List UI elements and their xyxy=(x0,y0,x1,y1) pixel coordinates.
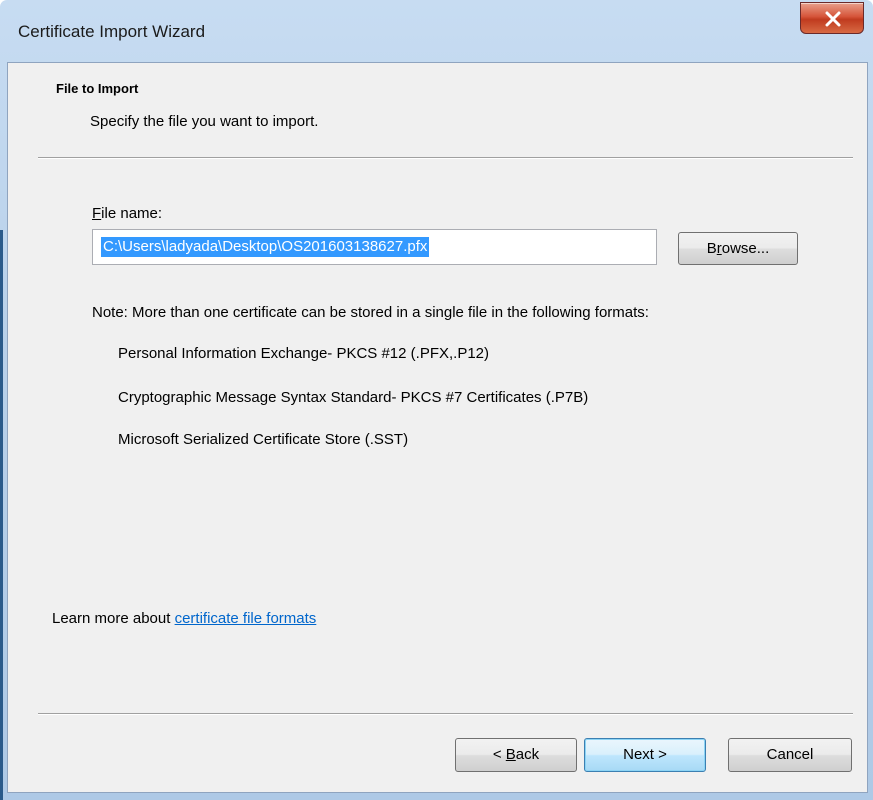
wizard-header: File to Import Specify the file you want… xyxy=(8,63,867,157)
browse-label-post: owse... xyxy=(721,240,770,257)
file-name-value: C:\Users\ladyada\Desktop\OS201603138627.… xyxy=(101,237,430,257)
back-label-post: ack xyxy=(515,746,540,763)
title-bar[interactable]: Certificate Import Wizard xyxy=(0,0,873,62)
footer-separator xyxy=(38,713,853,715)
wizard-content: File to Import Specify the file you want… xyxy=(7,62,868,793)
file-name-input[interactable]: C:\Users\ladyada\Desktop\OS201603138627.… xyxy=(92,229,657,265)
back-button[interactable]: < Back xyxy=(455,738,577,772)
page-subtitle: Specify the file you want to import. xyxy=(90,113,319,130)
file-name-label-text: ile name: xyxy=(101,205,163,222)
header-separator xyxy=(38,157,853,159)
browse-label-pre: B xyxy=(706,240,717,257)
file-name-label: File name: xyxy=(92,205,162,222)
next-button[interactable]: Next > xyxy=(584,738,706,772)
page-title: File to Import xyxy=(56,81,139,96)
window-edge-accent xyxy=(0,230,3,800)
formats-note: Note: More than one certificate can be s… xyxy=(92,304,649,321)
wizard-window: Certificate Import Wizard File to Import… xyxy=(0,0,873,800)
close-icon xyxy=(825,11,841,27)
learn-more-text: Learn more about certificate file format… xyxy=(52,610,316,627)
format-item-pfx: Personal Information Exchange- PKCS #12 … xyxy=(118,345,490,362)
format-item-sst: Microsoft Serialized Certificate Store (… xyxy=(118,431,409,448)
browse-button[interactable]: Browse... xyxy=(678,232,798,265)
certificate-formats-link[interactable]: certificate file formats xyxy=(175,610,317,627)
learn-more-prefix: Learn more about xyxy=(52,610,175,627)
file-name-label-mnemonic: F xyxy=(92,205,102,222)
close-button[interactable] xyxy=(800,2,864,34)
cancel-button[interactable]: Cancel xyxy=(728,738,852,772)
window-title: Certificate Import Wizard xyxy=(18,22,206,41)
format-item-p7b: Cryptographic Message Syntax Standard- P… xyxy=(118,389,589,406)
back-label-pre: < xyxy=(492,746,506,763)
back-label-mnemonic: B xyxy=(505,746,516,763)
